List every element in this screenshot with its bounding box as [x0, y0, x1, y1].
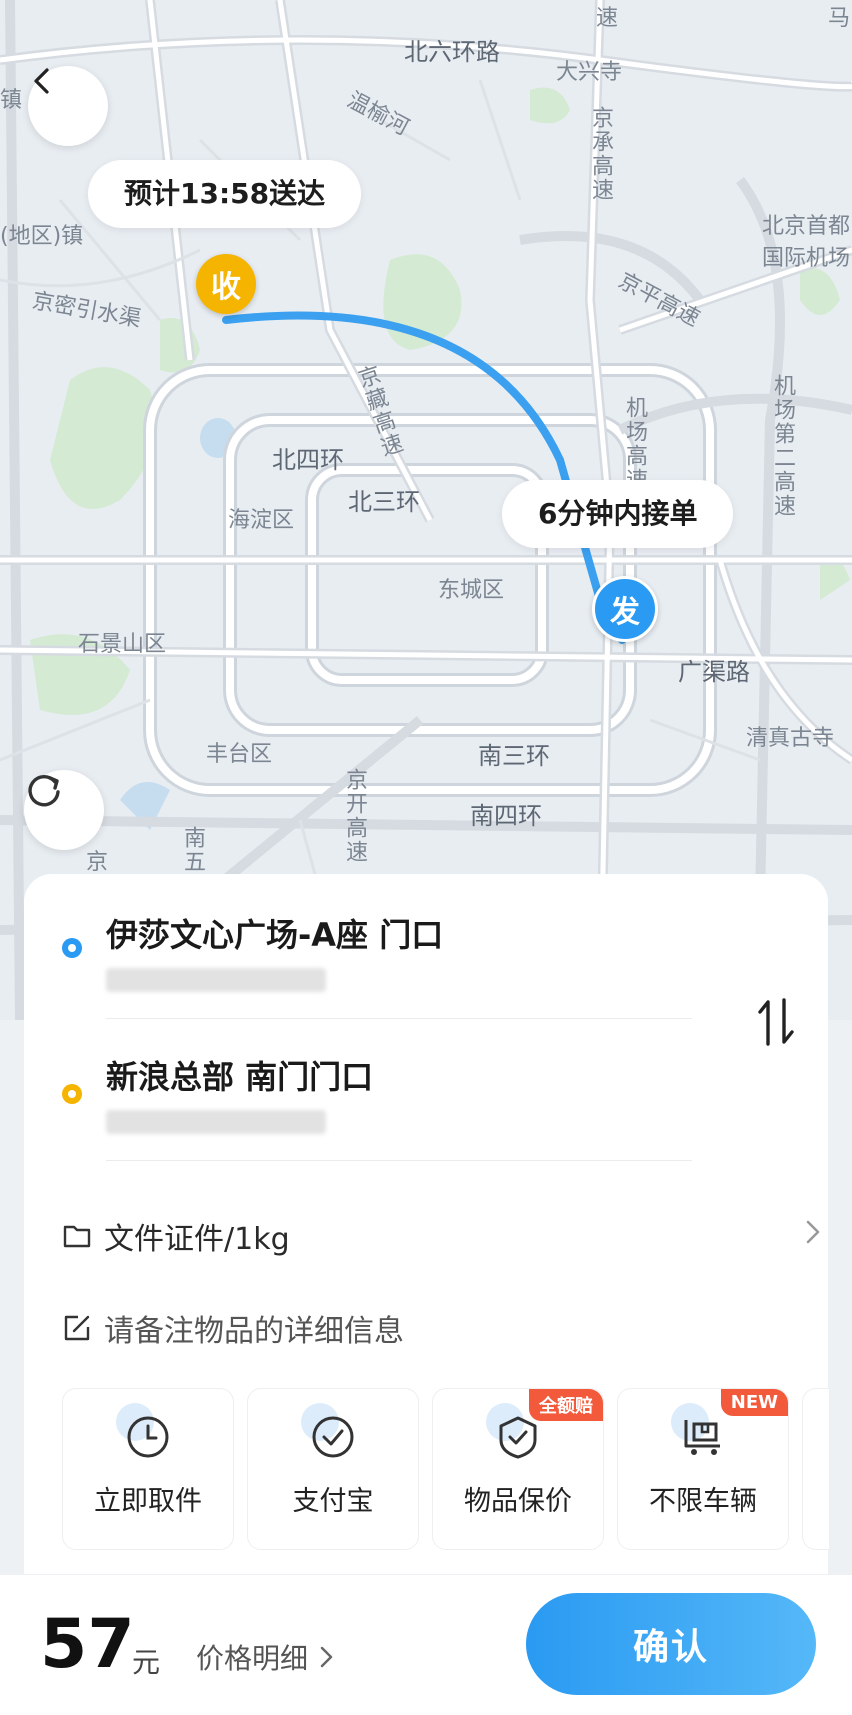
- shield-check-icon: [486, 1403, 546, 1465]
- receiver-address[interactable]: 新浪总部 南门门口: [106, 1052, 373, 1134]
- map-label: 东城区: [438, 578, 505, 603]
- swap-address-button[interactable]: [754, 994, 798, 1054]
- map-view[interactable]: 北六环路 大兴寺 速 马 镇 温榆河 京承高速 北京首都 国际机场 (地区)镇 …: [0, 0, 852, 1020]
- service-label: 立即取件: [94, 1486, 202, 1517]
- map-label: 镇: [0, 88, 23, 113]
- map-label: 南五: [180, 826, 205, 874]
- map-label: 石景山区: [78, 632, 167, 657]
- chevron-right-icon: [804, 1218, 822, 1254]
- map-label: 机场高速: [622, 396, 647, 492]
- check-circle-icon: [301, 1403, 361, 1465]
- service-label: 不限车辆: [649, 1486, 757, 1517]
- chevron-right-icon: [320, 1646, 333, 1668]
- item-note-placeholder: 请备注物品的详细信息: [104, 1314, 404, 1349]
- price-unit: 元: [132, 1646, 161, 1679]
- checkout-bar: 57 元 价格明细 确认: [0, 1575, 852, 1715]
- sender-dot: [62, 938, 82, 958]
- sender-contact-redacted: [106, 968, 326, 992]
- refresh-icon: [28, 775, 60, 807]
- service-pickup-now[interactable]: 立即取件: [62, 1388, 234, 1550]
- map-label: 机场第二高速: [770, 374, 795, 518]
- edit-icon: [62, 1313, 92, 1343]
- receiver-dot: [62, 1084, 82, 1104]
- chevron-left-icon: [34, 68, 49, 94]
- sender-name: 伊莎文心广场-A座 门口: [106, 916, 444, 954]
- service-label: 物品保价: [464, 1486, 572, 1517]
- confirm-button[interactable]: 确认: [526, 1593, 816, 1695]
- eta-bubble: 预计13:58送达: [88, 160, 362, 228]
- sender-address[interactable]: 伊莎文心广场-A座 门口: [106, 910, 443, 992]
- map-label: 大兴寺: [556, 60, 623, 85]
- price-detail-label: 价格明细: [196, 1642, 309, 1675]
- service-label: 支付宝: [292, 1486, 374, 1517]
- map-label: 清真古寺: [746, 726, 835, 751]
- service-alipay[interactable]: 支付宝: [247, 1388, 419, 1550]
- order-card: 伊莎文心广场-A座 门口 新浪总部 南门门口 文件证件/1kg 请备注物品的详细…: [24, 874, 829, 1574]
- service-more-partial[interactable]: [802, 1388, 829, 1550]
- map-label: 海淀区: [228, 508, 295, 533]
- item-type-label: 文件证件/1kg: [104, 1222, 290, 1257]
- cart-icon: [671, 1403, 731, 1465]
- item-type-row[interactable]: 文件证件/1kg: [62, 1214, 822, 1258]
- map-label: 速: [596, 6, 619, 31]
- address-divider: [106, 1018, 692, 1019]
- receive-pin[interactable]: 收: [196, 254, 256, 314]
- clock-icon: [116, 1403, 176, 1465]
- map-label: 北三环: [348, 488, 420, 516]
- folder-icon: [62, 1222, 92, 1250]
- map-label: 广渠路: [678, 658, 750, 686]
- back-button[interactable]: [28, 66, 108, 146]
- address-divider: [106, 1160, 692, 1161]
- map-label: 京开高速: [342, 768, 367, 864]
- map-label: 国际机场: [762, 246, 851, 271]
- map-label: 南四环: [470, 802, 542, 830]
- send-pin[interactable]: 发: [592, 576, 658, 642]
- price-detail-link[interactable]: 价格明细: [196, 1637, 336, 1677]
- map-label: 北六环路: [404, 38, 500, 66]
- pickup-time-bubble: 6分钟内接单: [502, 480, 734, 548]
- map-label: 马: [828, 6, 851, 31]
- relocate-button[interactable]: [24, 770, 104, 850]
- swap-icon: [758, 998, 794, 1046]
- item-note-input[interactable]: 请备注物品的详细信息: [62, 1306, 404, 1350]
- map-label: 北京首都: [762, 214, 851, 239]
- map-label: 京: [86, 850, 109, 875]
- receiver-contact-redacted: [106, 1110, 326, 1134]
- map-label: 南三环: [478, 742, 550, 770]
- total-price: 57: [40, 1605, 135, 1684]
- map-label: (地区)镇: [0, 224, 84, 249]
- receiver-name: 新浪总部 南门门口: [106, 1058, 374, 1096]
- map-label: 京承高速: [588, 106, 613, 202]
- service-insurance[interactable]: 全额赔 物品保价: [432, 1388, 604, 1550]
- map-label: 丰台区: [206, 742, 273, 767]
- service-any-vehicle[interactable]: NEW 不限车辆: [617, 1388, 789, 1550]
- map-label: 北四环: [272, 446, 344, 474]
